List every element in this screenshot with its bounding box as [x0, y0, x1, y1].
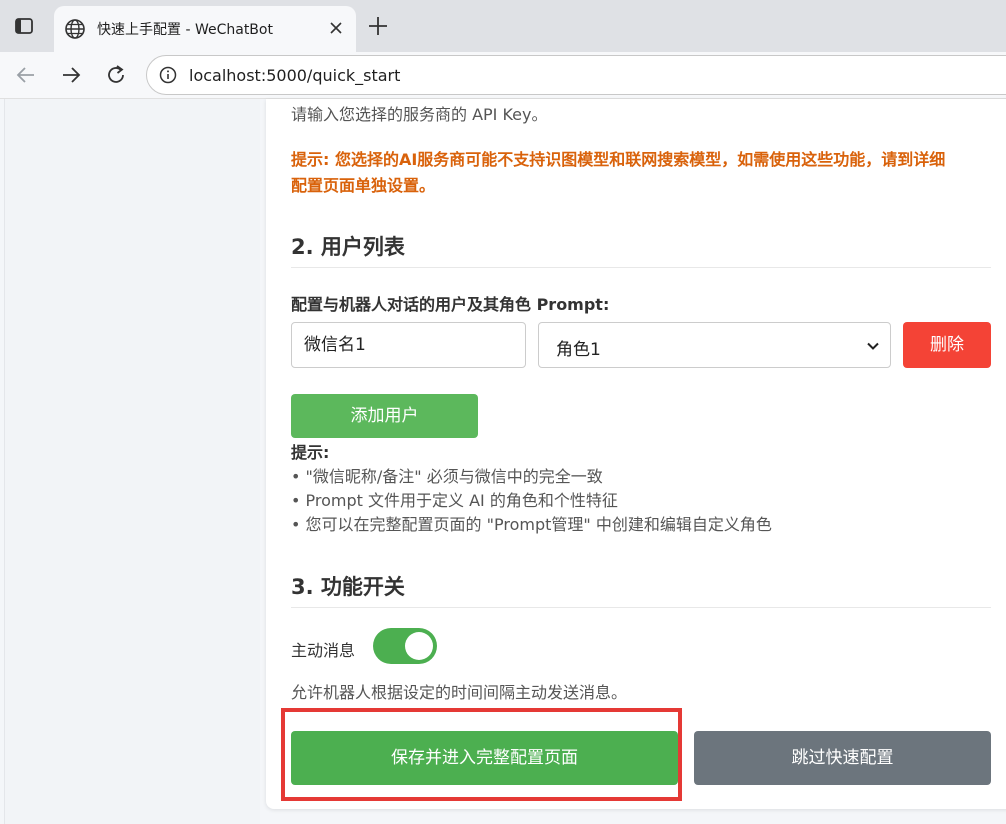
proactive-message-toggle[interactable]: [373, 628, 437, 664]
back-arrow-icon[interactable]: [13, 62, 39, 88]
section-divider: [291, 267, 991, 268]
user-list-heading: 2. 用户列表: [291, 235, 405, 259]
role-prompt-value: 角色1: [556, 340, 601, 360]
browser-tab-bar: 快速上手配置 - WeChatBot: [0, 0, 1006, 52]
tip-item: • Prompt 文件用于定义 AI 的角色和个性特征: [291, 491, 618, 510]
sidebar-toggle-icon[interactable]: [14, 16, 34, 36]
browser-toolbar: localhost:5000/quick_start: [0, 52, 1006, 99]
toggle-knob: [405, 632, 433, 660]
site-info-icon[interactable]: [159, 66, 177, 84]
globe-icon: [65, 19, 85, 39]
tip-item: • 您可以在完整配置页面的 "Prompt管理" 中创建和编辑自定义角色: [291, 515, 772, 534]
wechat-name-input[interactable]: 微信名1: [291, 322, 526, 368]
tip-item: • "微信昵称/备注" 必须与微信中的完全一致: [291, 467, 603, 486]
close-tab-icon[interactable]: [328, 20, 344, 36]
section-divider: [291, 607, 991, 608]
forward-arrow-icon[interactable]: [58, 62, 84, 88]
quick-start-card: 请输入您选择的服务商的 API Key。 提示: 您选择的AI服务商可能不支持识…: [266, 99, 1006, 809]
reload-icon[interactable]: [103, 62, 129, 88]
wechat-name-value: 微信名1: [304, 335, 366, 355]
skip-quick-config-button[interactable]: 跳过快速配置: [694, 731, 991, 785]
proactive-message-label: 主动消息: [291, 641, 356, 660]
delete-user-button[interactable]: 删除: [903, 322, 991, 368]
chevron-down-icon: [867, 342, 879, 350]
ai-provider-warning-line1: 提示: 您选择的AI服务商可能不支持识图模型和联网搜索模型，如需使用这些功能，请…: [291, 150, 946, 169]
user-tips: 提示: • "微信昵称/备注" 必须与微信中的完全一致 • Prompt 文件用…: [291, 441, 772, 537]
features-heading: 3. 功能开关: [291, 575, 405, 599]
tips-title: 提示:: [291, 443, 330, 462]
address-bar[interactable]: localhost:5000/quick_start: [146, 55, 1006, 95]
left-panel: [4, 99, 260, 824]
proactive-message-description: 允许机器人根据设定的时间间隔主动发送消息。: [291, 683, 628, 702]
new-tab-icon[interactable]: [364, 12, 392, 40]
ai-provider-warning-line2: 配置页面单独设置。: [291, 176, 436, 195]
browser-tab-active[interactable]: 快速上手配置 - WeChatBot: [54, 6, 356, 52]
url-text: localhost:5000/quick_start: [189, 66, 401, 85]
api-key-description: 请输入您选择的服务商的 API Key。: [291, 105, 548, 124]
highlight-box: [281, 708, 682, 801]
tab-title: 快速上手配置 - WeChatBot: [97, 22, 273, 38]
user-list-label: 配置与机器人对话的用户及其角色 Prompt:: [291, 295, 610, 314]
role-prompt-select[interactable]: 角色1: [538, 322, 891, 368]
add-user-button[interactable]: 添加用户: [291, 394, 478, 438]
